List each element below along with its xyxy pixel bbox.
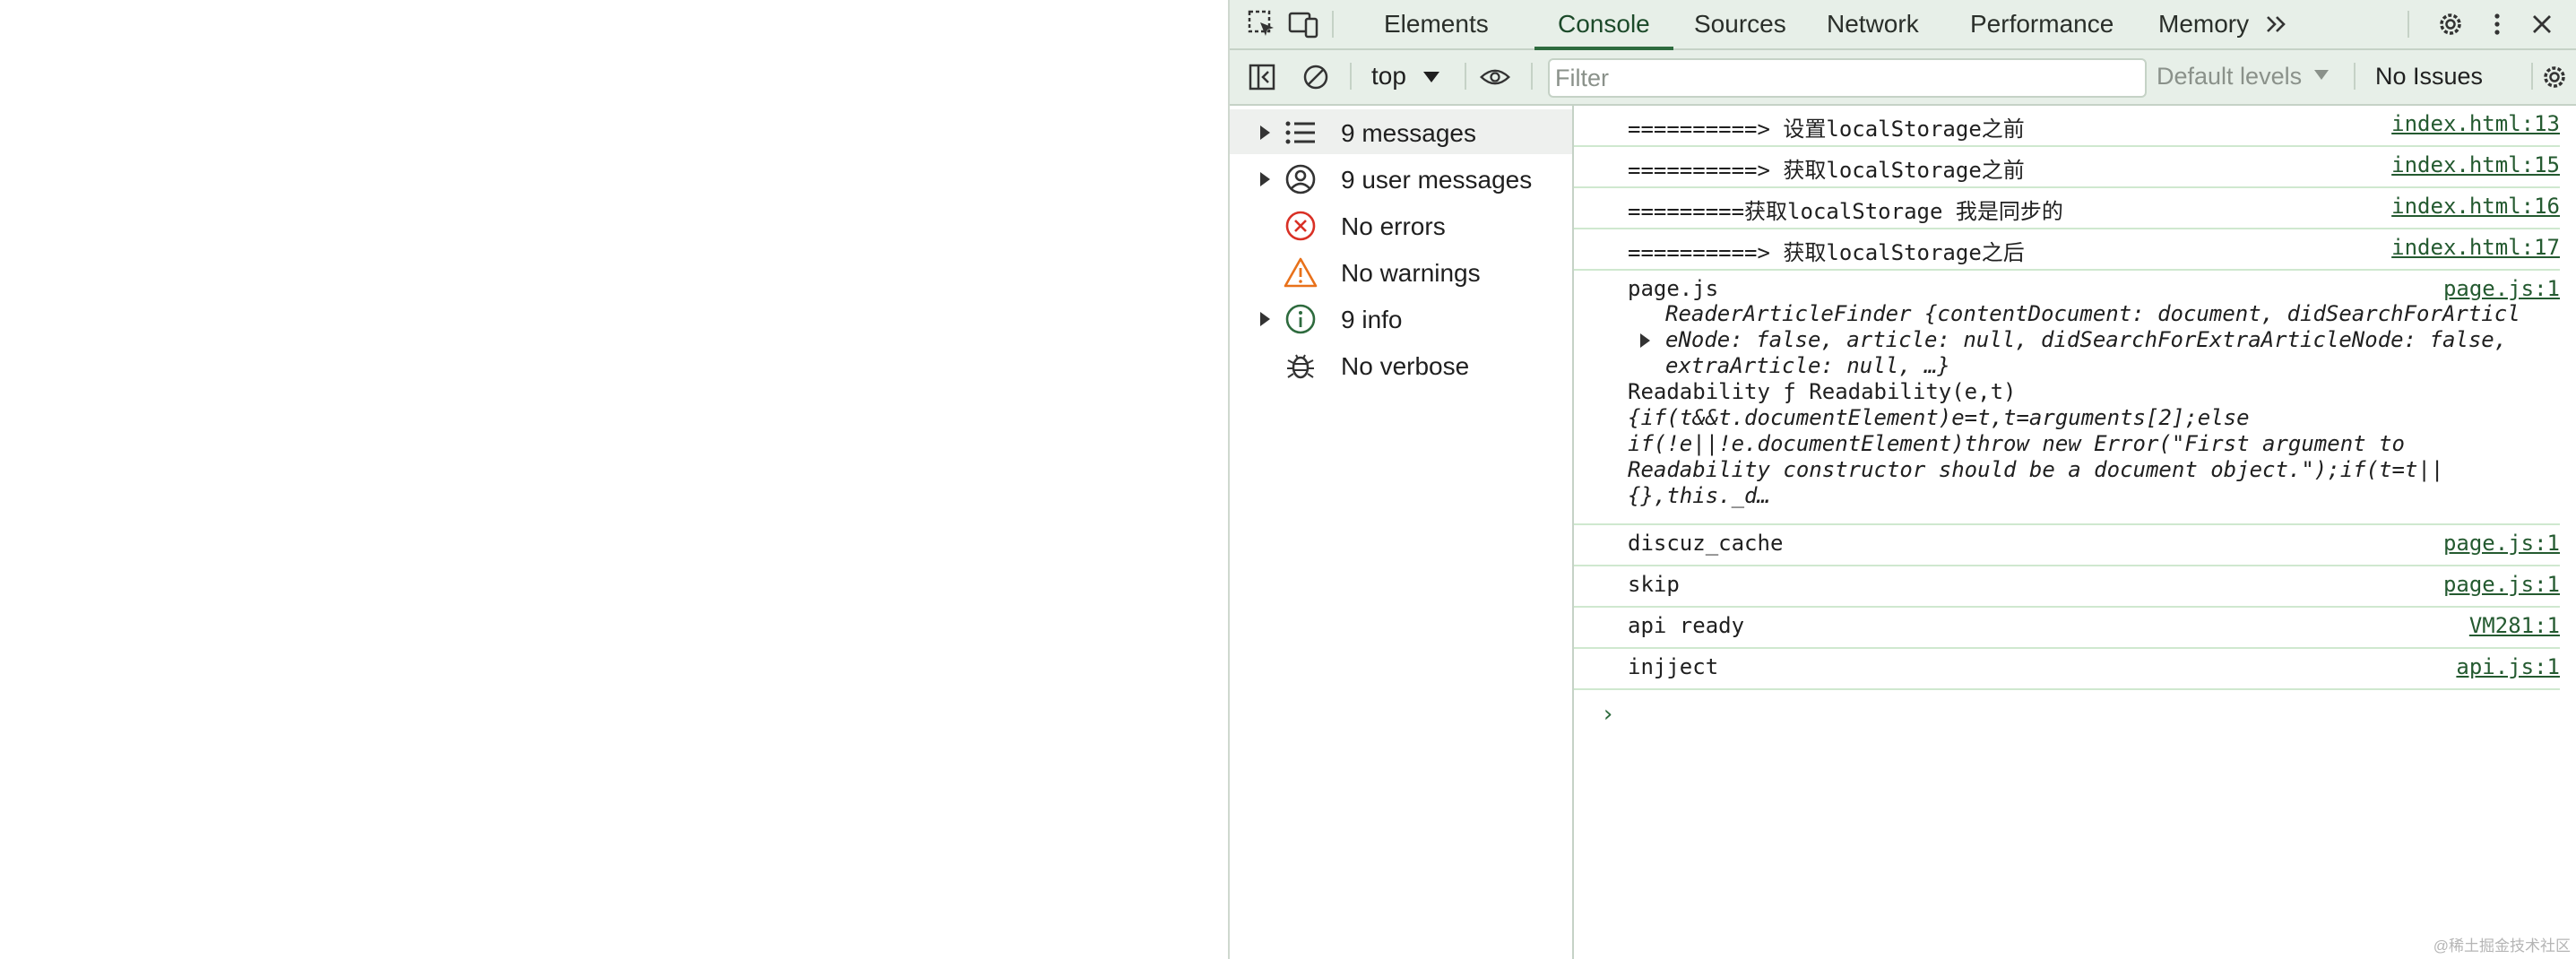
toolbar-divider [1350,63,1352,90]
toolbar-divider [2531,63,2533,90]
tab-memory[interactable]: Memory [2135,0,2272,48]
console-message: ==========> 获取localStorage之后 index.html:… [1574,229,2560,271]
sidebar-item-label: 9 user messages [1341,166,1533,194]
tab-console[interactable]: Console [1534,0,1673,50]
readability-line: if(!e||!e.documentElement)throw new Erro… [1628,431,2405,456]
devtools-tab-bar: Elements Console Sources Network Perform… [1230,0,2576,50]
eye-icon[interactable] [1479,61,1511,93]
tab-elements[interactable]: Elements [1361,0,1512,48]
close-icon[interactable] [2526,8,2558,40]
console-message: ==========> 获取localStorage之前 index.html:… [1574,147,2560,188]
log-levels-dropdown[interactable]: Default levels [2157,63,2302,91]
console-message: skip page.js:1 [1574,566,2560,608]
console-toolbar: top Default levels No Issues [1230,50,2576,106]
sidebar-item-label: 9 messages [1341,119,1476,147]
issues-counter[interactable]: No Issues [2375,63,2483,91]
chevron-down-icon[interactable] [2314,70,2329,80]
settings-gear-icon[interactable] [2434,8,2467,40]
console-message: injject api.js:1 [1574,649,2560,690]
context-selector[interactable]: top [1371,62,1406,91]
message-text: ==========> 设置localStorage之前 [1628,117,2025,142]
toolbar-divider [2354,63,2356,90]
toolbar-divider [1465,63,1466,90]
filter-input[interactable] [1548,58,2147,98]
object-preview-line[interactable]: eNode: false, article: null, didSearchFo… [1665,327,2507,352]
console-message: discuz_cache page.js:1 [1574,525,2560,566]
console-settings-gear-icon[interactable] [2538,61,2571,93]
toolbar-divider [1332,11,1334,38]
message-text: ==========> 获取localStorage之后 [1628,240,2025,265]
source-link[interactable]: index.html:16 [2391,194,2560,219]
inspect-element-icon[interactable] [1246,8,1278,40]
device-toolbar-icon[interactable] [1287,8,1319,40]
source-link[interactable]: page.js:1 [2443,276,2560,301]
more-options-icon[interactable] [2481,8,2513,40]
console-prompt-icon[interactable]: › [1601,701,1615,728]
info-icon [1284,302,1318,336]
sidebar-item-label: 9 info [1341,306,1403,333]
bug-icon [1284,349,1318,383]
sidebar-item-messages[interactable]: 9 messages [1230,109,1572,154]
tab-sources[interactable]: Sources [1671,0,1810,48]
console-message: =========获取localStorage 我是同步的 index.html… [1574,188,2560,229]
message-text: skip [1628,572,1680,597]
double-chevron-right-icon[interactable] [2260,8,2293,40]
source-link[interactable]: page.js:1 [2443,572,2560,597]
warning-icon [1284,255,1318,289]
sidebar-item-label: No warnings [1341,259,1481,287]
devtools-panel: Elements Console Sources Network Perform… [1228,0,2576,959]
readability-line: Readability ƒ Readability(e,t) [1628,379,2017,404]
message-text: ==========> 获取localStorage之前 [1628,158,2025,183]
readability-line: {},this._d… [1628,483,1770,508]
clear-console-icon[interactable] [1300,61,1332,93]
user-icon [1284,162,1318,196]
console-message: api ready VM281:1 [1574,608,2560,649]
sidebar-item-label: No errors [1341,212,1446,240]
chevron-down-icon[interactable] [1423,72,1439,82]
tab-performance[interactable]: Performance [1947,0,2137,48]
expand-triangle-icon[interactable] [1260,172,1270,186]
sidebar-item-verbose[interactable]: No verbose [1230,342,1572,387]
sidebar-item-user-messages[interactable]: 9 user messages [1230,156,1572,201]
message-text: api ready [1628,613,1745,638]
source-link[interactable]: page.js:1 [2443,531,2560,556]
expand-triangle-icon[interactable] [1260,125,1270,140]
sidebar-item-warnings[interactable]: No warnings [1230,249,1572,294]
toolbar-divider [1531,63,1533,90]
tab-network[interactable]: Network [1803,0,1942,48]
source-link[interactable]: api.js:1 [2456,654,2560,679]
source-link[interactable]: index.html:15 [2391,152,2560,177]
readability-line: Readability constructor should be a docu… [1628,457,2444,482]
sidebar-item-info[interactable]: 9 info [1230,296,1572,341]
message-text: injject [1628,654,1719,679]
message-text: =========获取localStorage 我是同步的 [1628,199,2063,224]
console-message-object: page.js page.js:1 ReaderArticleFinder {c… [1574,271,2560,525]
message-text: discuz_cache [1628,531,1784,556]
sidebar-toggle-icon[interactable] [1246,61,1278,93]
message-text: page.js [1628,276,1719,301]
console-messages: ==========> 设置localStorage之前 index.html:… [1574,106,2576,959]
expand-triangle-icon[interactable] [1640,333,1650,348]
sidebar-item-label: No verbose [1341,352,1470,380]
source-link[interactable]: index.html:17 [2391,235,2560,260]
object-preview-line[interactable]: ReaderArticleFinder {contentDocument: do… [1665,301,2520,326]
readability-line: {if(t&&t.documentElement)e=t,t=arguments… [1628,405,2250,430]
console-message: ==========> 设置localStorage之前 index.html:… [1574,106,2560,147]
toolbar-divider [2407,11,2409,38]
expand-triangle-icon[interactable] [1260,312,1270,326]
console-sidebar: 9 messages 9 user messages No errors No … [1230,106,1574,959]
sidebar-item-errors[interactable]: No errors [1230,203,1572,247]
list-icon [1284,116,1318,150]
source-link[interactable]: VM281:1 [2469,613,2560,638]
source-link[interactable]: index.html:13 [2391,111,2560,136]
error-icon [1284,209,1318,243]
watermark: @稀土掘金技术社区 [2433,937,2571,955]
object-preview-line[interactable]: extraArticle: null, …} [1665,353,1950,378]
